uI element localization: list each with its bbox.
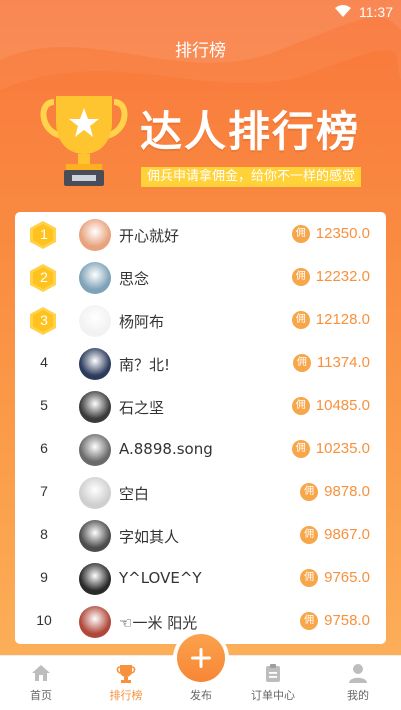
avatar [79, 348, 111, 380]
tab-label: 发布 [190, 689, 212, 702]
avatar [79, 219, 111, 251]
user-name: 南？北! [119, 356, 171, 374]
leaderboard-row[interactable]: 9 Y^LOVE^Y 9765.0 佣 [15, 557, 386, 600]
avatar [79, 563, 111, 595]
rank-number: 5 [40, 397, 48, 413]
user-name: 字如其人 [119, 528, 180, 546]
commission-amount: 10485.0 [315, 397, 370, 414]
banner-slogan: 佣兵申请拿佣金，给你不一样的感觉 [141, 167, 362, 187]
trophy-icon [40, 96, 128, 186]
commission-amount: 9758.0 [324, 612, 370, 629]
user-name: 石之坚 [119, 399, 165, 417]
coin-icon: 佣 [300, 526, 319, 544]
avatar [79, 606, 111, 638]
coin-icon: 佣 [300, 612, 319, 630]
tab-label: 订单中心 [251, 689, 295, 702]
tab-orders[interactable]: 订单中心 [233, 656, 313, 710]
page-title: 排行榜 [175, 41, 226, 61]
rank-number: 6 [40, 440, 48, 456]
tab-label: 排行榜 [109, 689, 143, 702]
home-icon [32, 665, 50, 681]
rank-number: 8 [40, 526, 48, 542]
publish-button[interactable] [177, 634, 225, 682]
avatar [79, 520, 111, 552]
coin-icon: 佣 [291, 225, 310, 243]
avatar [79, 477, 111, 509]
rank-number: 3 [40, 312, 48, 328]
commission-amount: 12350.0 [315, 225, 370, 242]
tab-mine[interactable]: 我的 [318, 656, 398, 710]
commission-amount: 11374.0 [316, 354, 370, 371]
clipboard-icon [266, 664, 280, 682]
trophy-icon [116, 665, 136, 683]
commission-amount: 10235.0 [315, 440, 370, 457]
commission-amount: 9878.0 [324, 483, 370, 500]
leaderboard-row[interactable]: 2 思念 12232.0 佣 [15, 256, 386, 299]
leaderboard-row[interactable]: 6 A.8898.song 10235.0 佣 [15, 428, 386, 471]
coin-icon: 佣 [300, 483, 319, 501]
rank-number: 1 [40, 226, 48, 242]
status-time: 11:37 [359, 4, 393, 20]
user-name: 空白 [119, 485, 150, 503]
tab-label: 我的 [347, 689, 369, 702]
leaderboard-row[interactable]: 8 字如其人 9867.0 佣 [15, 514, 386, 557]
coin-icon: 佣 [291, 440, 310, 458]
leaderboard-row[interactable]: 3 杨阿布 12128.0 佣 [15, 299, 386, 342]
user-name: 开心就好 [119, 227, 180, 245]
coin-icon: 佣 [291, 311, 310, 329]
avatar [79, 434, 111, 466]
coin-icon: 佣 [291, 397, 310, 415]
user-name: 杨阿布 [119, 313, 165, 331]
tab-ranking[interactable]: 排行榜 [86, 656, 166, 710]
leaderboard-row[interactable]: 1 开心就好 12350.0 佣 [15, 213, 386, 256]
leaderboard-card: 1 开心就好 12350.0 佣 2 思念 12232.0 佣 3 杨阿布 12128.0 佣 4 南？北… [15, 212, 386, 644]
coin-icon: 佣 [300, 569, 319, 587]
leaderboard-row[interactable]: 5 石之坚 10485.0 佣 [15, 385, 386, 428]
leaderboard-row[interactable]: 7 空白 9878.0 佣 [15, 471, 386, 514]
rank-number: 10 [36, 612, 52, 628]
commission-amount: 9867.0 [324, 526, 370, 543]
user-name: 思念 [119, 270, 150, 288]
tab-home[interactable]: 首页 [1, 656, 81, 710]
leaderboard-row[interactable]: 4 南？北! 11374.0 佣 [15, 342, 386, 385]
commission-amount: 9765.0 [324, 569, 370, 586]
plus-icon [191, 648, 211, 668]
avatar [79, 391, 111, 423]
rank-number: 7 [40, 483, 48, 499]
user-name: A.8898.song [119, 440, 213, 458]
wifi-icon [335, 5, 351, 17]
avatar [79, 305, 111, 337]
coin-icon: 佣 [291, 268, 310, 286]
user-name: Y^LOVE^Y [119, 569, 202, 587]
coin-icon: 佣 [292, 354, 311, 372]
banner-title: 达人排行榜 [140, 107, 361, 156]
commission-amount: 12232.0 [315, 268, 370, 285]
user-icon [349, 664, 367, 683]
commission-amount: 12128.0 [315, 311, 370, 328]
avatar [79, 262, 111, 294]
status-bar: 11:37 [0, 0, 401, 24]
user-name: ☜一米 阳光 [119, 614, 198, 632]
rank-number: 9 [40, 569, 48, 585]
tab-label: 首页 [30, 689, 52, 702]
rank-number: 4 [40, 354, 48, 370]
rank-number: 2 [40, 269, 48, 285]
